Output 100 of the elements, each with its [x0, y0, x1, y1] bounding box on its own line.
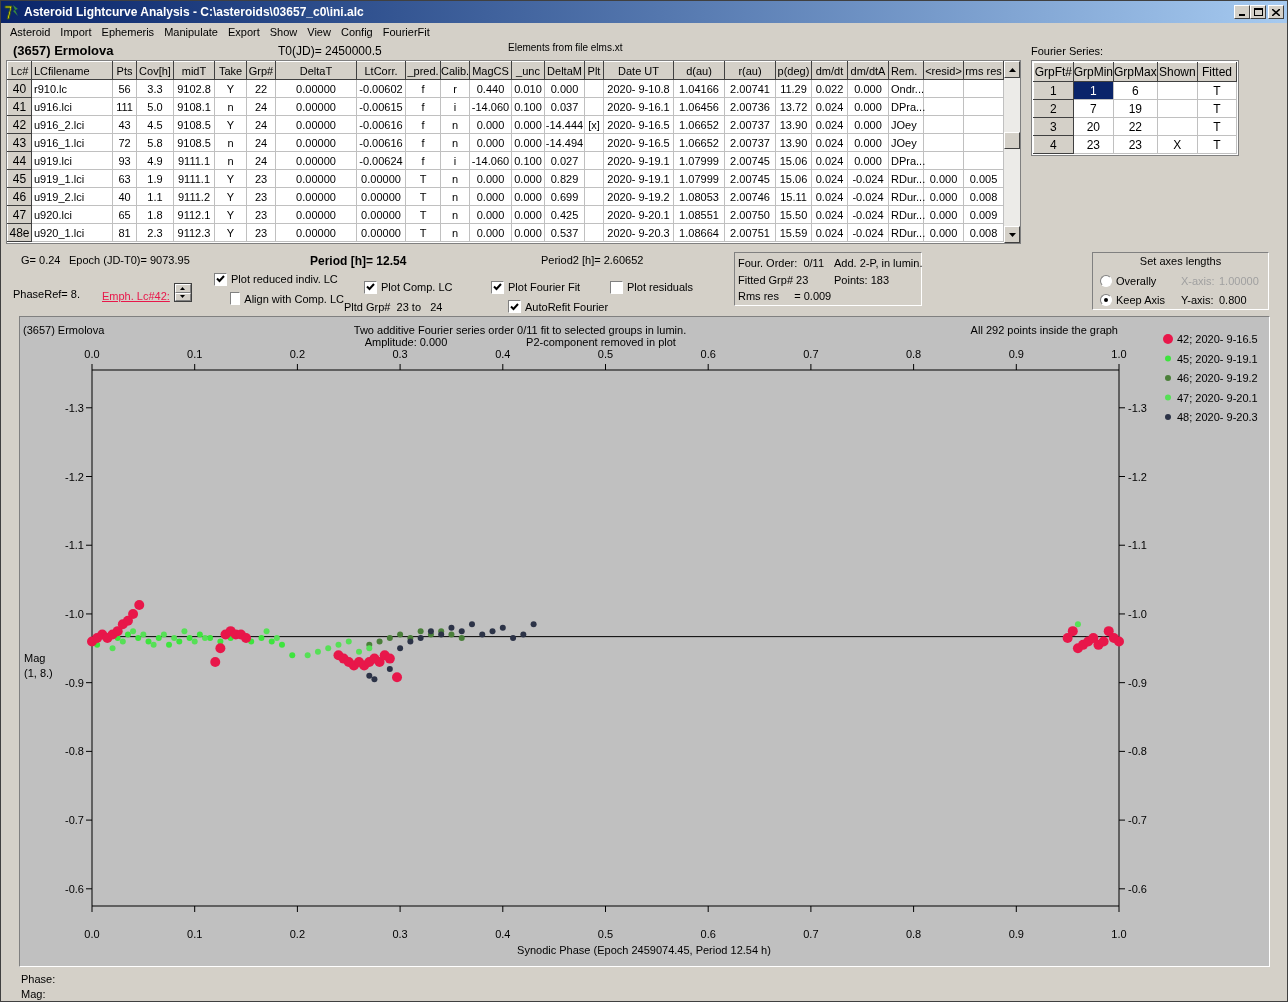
menu-item[interactable]: View [302, 23, 336, 41]
table-cell: n [440, 205, 470, 224]
checkbox-label[interactable]: Plot residuals [627, 279, 694, 296]
column-header[interactable]: Cov[h] [136, 61, 174, 80]
checkbox-label[interactable]: Align with Comp. LC [244, 290, 344, 307]
table-cell: 0.000 [511, 133, 545, 152]
column-header[interactable]: GrpFt# [1033, 62, 1074, 82]
column-header[interactable]: MagCS [469, 61, 512, 80]
table-cell: 23 [246, 169, 276, 188]
table-cell: 0.000 [469, 169, 512, 188]
table-cell: Y [214, 79, 247, 98]
column-header[interactable]: Rem. [888, 61, 924, 80]
table-cell: 0.440 [469, 79, 512, 98]
table-cell: n [440, 169, 470, 188]
table-cell: 0.000 [847, 115, 889, 134]
table-cell: 2020- 9-16.1 [603, 97, 674, 116]
column-header[interactable]: Lc# [7, 61, 32, 80]
tick-label: 0.0 [84, 928, 100, 940]
menu-item[interactable]: Asteroid [5, 23, 56, 41]
menu-item[interactable]: Export [222, 23, 265, 41]
column-header[interactable]: Fitted [1197, 62, 1237, 82]
table-cell: 2.00751 [724, 223, 776, 242]
menu-item[interactable]: Import [55, 23, 97, 41]
checkbox-label[interactable]: AutoRefit Fourier [525, 298, 609, 315]
table-cell: 0.000 [923, 169, 964, 188]
column-header[interactable]: LCfilename [31, 61, 113, 80]
column-header[interactable]: _unc [511, 61, 545, 80]
checkbox-label[interactable]: Plot reduced indiv. LC [231, 271, 338, 288]
window-title: Asteroid Lightcurve Analysis - C:\asteroids\03657_c0\ini.alc [24, 4, 365, 21]
table-cell: 2020- 9-19.1 [603, 151, 674, 170]
table-cell: 23 [246, 187, 276, 206]
table-cell: 111 [112, 97, 137, 116]
table-cell: 0.000 [511, 187, 545, 206]
column-header[interactable]: midT [173, 61, 215, 80]
fit-info-text: Points: 183 [834, 272, 891, 288]
column-header[interactable]: d(au) [673, 61, 725, 80]
column-header[interactable]: GrpMin [1073, 62, 1114, 82]
radio-label[interactable]: Keep Axis [1116, 291, 1181, 309]
table-cell: n [214, 151, 247, 170]
table-cell: 24 [246, 151, 276, 170]
table-cell: 2.00746 [724, 187, 776, 206]
column-header[interactable]: LtCorr. [356, 61, 406, 80]
table-cell: 0.000 [544, 79, 585, 98]
checkbox-label[interactable]: Plot Comp. LC [381, 279, 453, 296]
radio-label[interactable]: Overally [1116, 272, 1181, 290]
column-header[interactable]: DeltaT [275, 61, 357, 80]
tick-label: 0.6 [700, 928, 716, 940]
table-cell: r910.lc [31, 79, 113, 98]
plot-note: P2-component removed in plot [526, 336, 676, 348]
table-cell: 0.00000 [275, 205, 357, 224]
table-cell: -14.060 [469, 151, 512, 170]
legend-label: 45; 2020- 9-19.1 [1177, 352, 1258, 365]
table-cell: 2.00741 [724, 79, 776, 98]
column-header[interactable]: r(au) [724, 61, 776, 80]
table-cell: 0.425 [544, 205, 585, 224]
tick-label: 0.5 [597, 928, 614, 940]
column-header[interactable]: dm/dt [811, 61, 848, 80]
menu-item[interactable]: Ephemeris [96, 23, 160, 41]
menu-item[interactable]: FourierFit [377, 23, 435, 41]
column-header[interactable]: _pred. [405, 61, 441, 80]
tick-label: 0.9 [1008, 928, 1024, 940]
table-cell: 4.9 [136, 151, 174, 170]
column-header[interactable]: GrpMax [1113, 62, 1158, 82]
table-cell: RDur... [888, 205, 924, 224]
table-cell: 1.07999 [673, 151, 725, 170]
plot-object-name: (3657) Ermolova [23, 324, 105, 336]
column-header[interactable]: Grp# [246, 61, 276, 80]
column-header[interactable]: DeltaM [544, 61, 585, 80]
column-header[interactable]: rms res [963, 61, 1004, 80]
tick-label: 0.7 [803, 348, 819, 360]
tick-label: 0.3 [392, 348, 408, 360]
table-cell: 0.00000 [275, 97, 357, 116]
column-header[interactable]: dm/dtA [847, 61, 889, 80]
column-header[interactable]: Take [214, 61, 247, 80]
column-header[interactable]: Calib. [440, 61, 470, 80]
checkbox-label[interactable]: Plot Fourier Fit [508, 279, 581, 296]
tick-label: 0.8 [905, 928, 922, 940]
table-cell: 2.00745 [724, 151, 776, 170]
tick-label: -1.1 [65, 539, 84, 552]
column-header[interactable]: p(deg) [775, 61, 812, 80]
column-header[interactable]: Shown [1157, 62, 1198, 82]
table-cell: DPra... [888, 151, 924, 170]
table-cell: u916_2.lci [31, 115, 113, 134]
menu-item[interactable]: Show [264, 23, 303, 41]
axis-value[interactable]: 0.800 [1219, 291, 1247, 309]
tick-label: 0.2 [289, 928, 306, 940]
tick-label: 0.9 [1008, 348, 1024, 360]
tick-label: 0.8 [905, 348, 922, 360]
table-cell: i [440, 97, 470, 116]
column-header[interactable]: Date UT [603, 61, 674, 80]
table-cell: [x] [584, 115, 604, 134]
column-header[interactable]: Pts [112, 61, 137, 80]
fourier-series-label: Fourier Series: [1031, 43, 1105, 59]
menu-item[interactable]: Manipulate [159, 23, 223, 41]
table-cell: 2020- 9-16.5 [603, 133, 674, 152]
table-cell: 0.008 [963, 187, 1004, 206]
column-header[interactable]: <resid> [923, 61, 964, 80]
table-cell: 1.04166 [673, 79, 725, 98]
menu-item[interactable]: Config [335, 23, 378, 41]
table-cell: 65 [112, 205, 137, 224]
